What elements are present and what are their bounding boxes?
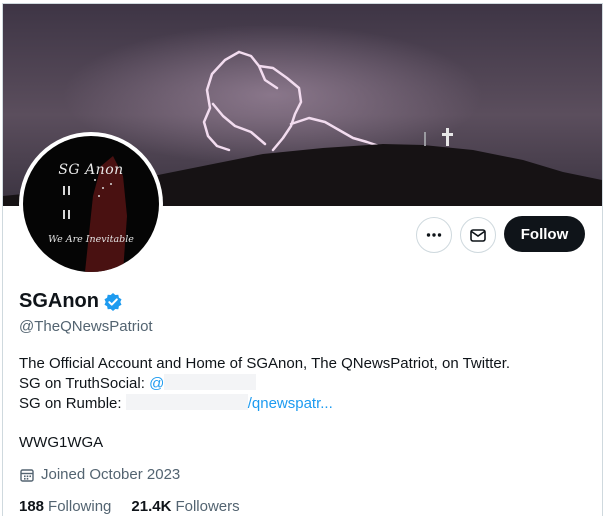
bio-tag-line: WWG1WGA: [19, 434, 104, 451]
avatar-art: [63, 156, 127, 272]
followers-count: 21.4K: [131, 498, 172, 515]
profile-bio: The Official Account and Home of SGAnon,…: [19, 354, 579, 414]
redacted-block: [125, 394, 248, 410]
display-name: SGAnon: [19, 290, 99, 312]
more-options-button[interactable]: [416, 217, 452, 253]
name-row: SGAnon: [19, 290, 123, 313]
followers-link[interactable]: 21.4K Followers: [131, 498, 239, 515]
joined-text: Joined October 2023: [41, 466, 181, 483]
more-horizontal-icon: [426, 233, 442, 237]
follow-button[interactable]: Follow: [504, 216, 585, 252]
bio-label: SG on TruthSocial:: [19, 375, 150, 392]
following-label: Following: [48, 498, 112, 515]
avatar-tagline-text: We Are Inevitable: [48, 234, 134, 245]
profile-card: SG Anon We Are Inevitable Follow SGAnon …: [2, 3, 603, 516]
avatar: SG Anon We Are Inevitable: [23, 136, 159, 272]
following-link[interactable]: 188 Following: [19, 498, 111, 515]
bio-line-truthsocial: SG on TruthSocial: @: [19, 374, 579, 394]
calendar-icon: [20, 468, 34, 482]
rumble-link[interactable]: /qnewspatr...: [248, 395, 333, 412]
followers-label: Followers: [175, 498, 240, 515]
bio-label: SG on Rumble:: [19, 395, 126, 412]
profile-avatar-frame[interactable]: SG Anon We Are Inevitable: [19, 132, 163, 276]
envelope-icon: [470, 229, 486, 242]
user-handle: @TheQNewsPatriot: [19, 318, 153, 335]
message-button[interactable]: [460, 217, 496, 253]
verified-badge-icon[interactable]: [103, 292, 123, 312]
following-count: 188: [19, 498, 45, 515]
follow-stats: 188 Following 21.4K Followers: [19, 498, 260, 515]
avatar-title-text: SG Anon: [58, 162, 124, 178]
bio-line-rumble: SG on Rumble: /qnewspatr...: [19, 394, 579, 414]
truthsocial-link[interactable]: @: [149, 375, 164, 392]
bio-line: The Official Account and Home of SGAnon,…: [19, 355, 511, 372]
joined-date: Joined October 2023: [19, 466, 180, 483]
redacted-block: [164, 374, 257, 390]
